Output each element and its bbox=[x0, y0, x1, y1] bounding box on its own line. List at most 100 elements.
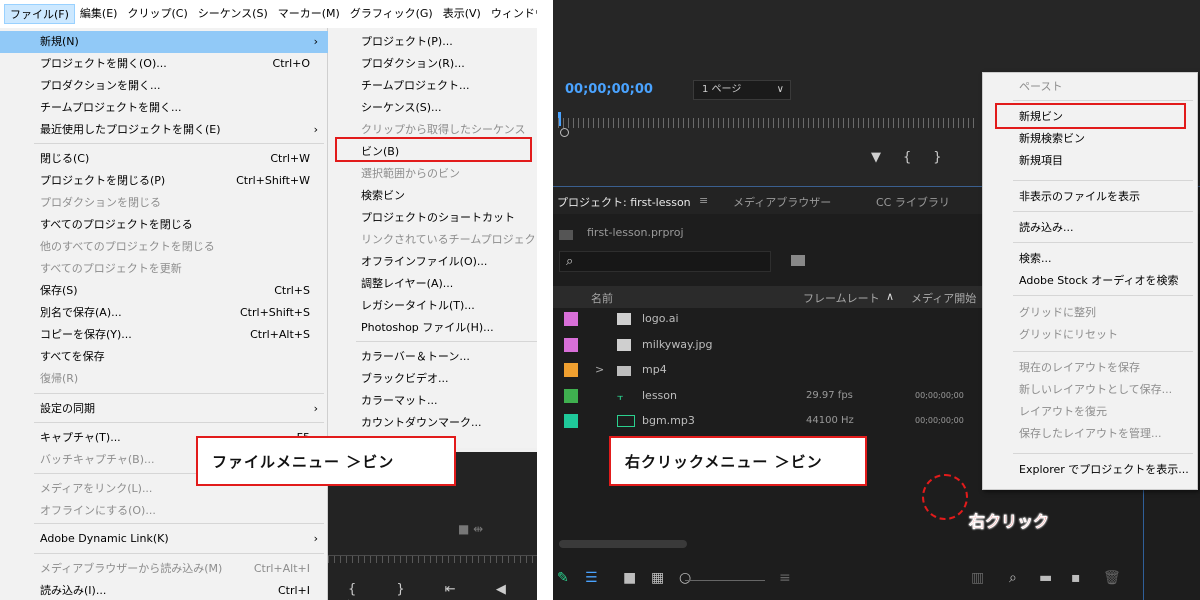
pencil-icon[interactable]: ✎ bbox=[557, 570, 569, 586]
icon-view-icon[interactable]: ■ bbox=[623, 570, 636, 586]
label-color-swatch[interactable] bbox=[564, 363, 578, 377]
menu-item-label: カウントダウンマーク... bbox=[361, 416, 482, 429]
submenu-item[interactable]: カラーマット... bbox=[328, 390, 537, 412]
file-menu-item[interactable]: プロジェクトを開く(O)... Ctrl+O bbox=[0, 53, 328, 75]
image-icon bbox=[617, 338, 631, 351]
project-item-row[interactable]: ⫟ lesson 29.97 fps 00;00;00;00 bbox=[553, 384, 983, 409]
list-view-icon[interactable]: ☰ bbox=[585, 570, 598, 586]
menu-item-shortcut: Ctrl+W bbox=[270, 152, 310, 165]
submenu-item[interactable]: ブラックビデオ... bbox=[328, 368, 537, 390]
marker-controls-icon[interactable]: ▼{} bbox=[871, 150, 964, 165]
menu-clip[interactable]: クリップ(C) bbox=[122, 4, 192, 24]
new-item-icon[interactable]: ▪ bbox=[1071, 570, 1081, 586]
submenu-item[interactable]: Photoshop ファイル(H)... bbox=[328, 317, 537, 339]
hamburger-icon[interactable]: ≡ bbox=[699, 194, 708, 207]
horizontal-scrollbar[interactable] bbox=[559, 540, 687, 548]
menu-window[interactable]: ウィンドウ(W) bbox=[486, 4, 537, 24]
file-menu-item[interactable]: 別名で保存(A)... Ctrl+Shift+S bbox=[0, 302, 328, 324]
tab-media-browser[interactable]: メディアブラウザー bbox=[733, 194, 831, 210]
file-menu-item[interactable]: 新規(N) › bbox=[0, 31, 328, 53]
file-menu-item[interactable]: 読み込み(I)... Ctrl+I bbox=[0, 580, 328, 600]
new-bin-icon[interactable]: ▬ bbox=[1039, 570, 1052, 586]
search-input[interactable]: ⌕ bbox=[559, 251, 771, 272]
menu-item-label: 他のすべてのプロジェクトを閉じる bbox=[40, 240, 215, 253]
column-media-start[interactable]: メディア開始 bbox=[911, 290, 976, 306]
context-menu-item[interactable]: 新規検索ビン bbox=[983, 128, 1199, 150]
submenu-item[interactable]: チームプロジェクト... bbox=[328, 75, 537, 97]
zoom-handle[interactable] bbox=[560, 128, 569, 137]
context-menu-item[interactable]: Explorer でプロジェクトを表示... bbox=[983, 459, 1199, 481]
menu-item-label: 読み込み(I)... bbox=[40, 584, 107, 597]
freeform-view-icon[interactable]: ▦ bbox=[651, 570, 664, 586]
file-menu-item[interactable]: チームプロジェクトを開く... bbox=[0, 97, 328, 119]
automate-icon[interactable]: ▥ bbox=[971, 570, 984, 586]
submenu-item[interactable]: カラーバー＆トーン... bbox=[328, 346, 537, 368]
sort-ascending-icon[interactable]: ∧ bbox=[886, 290, 894, 303]
new-bin-from-search-icon[interactable] bbox=[791, 255, 805, 266]
tab-project[interactable]: プロジェクト: first-lesson bbox=[557, 194, 691, 210]
submenu-item[interactable]: 調整レイヤー(A)... bbox=[328, 273, 537, 295]
menu-sequence[interactable]: シーケンス(S) bbox=[193, 4, 273, 24]
label-color-swatch[interactable] bbox=[564, 312, 578, 326]
file-menu-item[interactable]: コピーを保存(Y)... Ctrl+Alt+S bbox=[0, 324, 328, 346]
menu-item-shortcut: Ctrl+I bbox=[277, 584, 310, 597]
menu-item-label: 保存したレイアウトを管理... bbox=[1019, 427, 1162, 440]
menu-item-label: コピーを保存(Y)... bbox=[40, 328, 132, 341]
submenu-item[interactable]: シーケンス(S)... bbox=[328, 97, 537, 119]
file-menu-item[interactable]: Adobe Dynamic Link(K) › bbox=[0, 528, 328, 550]
project-item-row[interactable]: milkyway.jpg bbox=[553, 333, 983, 358]
project-item-row[interactable]: logo.ai bbox=[553, 307, 983, 332]
submenu-item[interactable]: レガシータイトル(T)... bbox=[328, 295, 537, 317]
zoom-slider-icon[interactable]: ○ bbox=[679, 570, 691, 586]
project-item-row[interactable]: > mp4 bbox=[553, 358, 983, 383]
menu-item-label: 保存(S) bbox=[40, 284, 78, 297]
time-ruler[interactable] bbox=[558, 118, 978, 128]
timecode[interactable]: 00;00;00;00 bbox=[565, 82, 653, 97]
file-menu-item[interactable]: プロダクションを開く... bbox=[0, 75, 328, 97]
zoom-slider-track[interactable] bbox=[685, 580, 765, 581]
file-menu-item[interactable]: プロジェクトを閉じる(P) Ctrl+Shift+W bbox=[0, 170, 328, 192]
submenu-item[interactable]: 検索ビン bbox=[328, 185, 537, 207]
context-menu-item[interactable]: 検索... bbox=[983, 248, 1199, 270]
menu-file[interactable]: ファイル(F) bbox=[4, 4, 75, 24]
column-framerate[interactable]: フレームレート bbox=[803, 290, 880, 306]
sort-icon[interactable]: ≡ bbox=[779, 570, 791, 586]
menu-separator bbox=[1013, 453, 1193, 454]
column-name[interactable]: 名前 bbox=[591, 290, 613, 306]
label-color-swatch[interactable] bbox=[564, 388, 578, 403]
context-menu-item[interactable]: 新規項目 bbox=[983, 150, 1199, 172]
context-menu-item[interactable]: Adobe Stock オーディオを検索 bbox=[983, 270, 1199, 292]
file-menu-item[interactable]: 閉じる(C) Ctrl+W bbox=[0, 148, 328, 170]
file-menu-item[interactable]: 最近使用したプロジェクトを開く(E) › bbox=[0, 119, 328, 141]
submenu-item[interactable]: プロダクション(R)... bbox=[328, 53, 537, 75]
project-item-row[interactable]: bgm.mp3 44100 Hz 00;00;00;00 bbox=[553, 409, 983, 434]
menu-marker[interactable]: マーカー(M) bbox=[273, 4, 345, 24]
submenu-item[interactable]: プロジェクト(P)... bbox=[328, 31, 537, 53]
menu-item-label: リンクされているチームプロジェクト... bbox=[361, 233, 537, 246]
label-color-swatch[interactable] bbox=[564, 337, 578, 352]
menu-view[interactable]: 表示(V) bbox=[438, 4, 486, 24]
file-menu-item[interactable]: すべてを保存 bbox=[0, 346, 328, 368]
label-color-swatch[interactable] bbox=[564, 414, 578, 428]
expand-icon[interactable]: > bbox=[595, 363, 604, 376]
context-menu-item[interactable]: 非表示のファイルを表示 bbox=[983, 186, 1199, 208]
item-framerate: 29.97 fps bbox=[806, 389, 853, 401]
tab-cc-libraries[interactable]: CC ライブラリ bbox=[876, 194, 950, 210]
context-menu-item[interactable]: 読み込み... bbox=[983, 217, 1199, 239]
file-menu-item[interactable]: すべてのプロジェクトを閉じる bbox=[0, 214, 328, 236]
submenu-item[interactable]: カウントダウンマーク... bbox=[328, 412, 537, 434]
find-icon[interactable]: ⌕ bbox=[1009, 570, 1017, 586]
menu-edit[interactable]: 編集(E) bbox=[75, 4, 123, 24]
submenu-item[interactable]: プロジェクトのショートカット bbox=[328, 207, 537, 229]
submenu-item[interactable]: オフラインファイル(O)... bbox=[328, 251, 537, 273]
menu-graphics[interactable]: グラフィック(G) bbox=[345, 4, 438, 24]
menu-item-label: すべてを保存 bbox=[40, 350, 105, 363]
page-select[interactable]: 1 ページ ∨ bbox=[693, 80, 791, 100]
file-menu-item[interactable]: 設定の同期 › bbox=[0, 398, 328, 420]
project-file-icon bbox=[559, 230, 573, 240]
trash-icon[interactable]: 🗑 bbox=[1103, 570, 1121, 586]
menu-item-label: Explorer でプロジェクトを表示... bbox=[1019, 463, 1189, 476]
context-menu-item: ペースト bbox=[983, 76, 1199, 98]
menu-separator bbox=[1013, 295, 1193, 296]
file-menu-item[interactable]: 保存(S) Ctrl+S bbox=[0, 280, 328, 302]
